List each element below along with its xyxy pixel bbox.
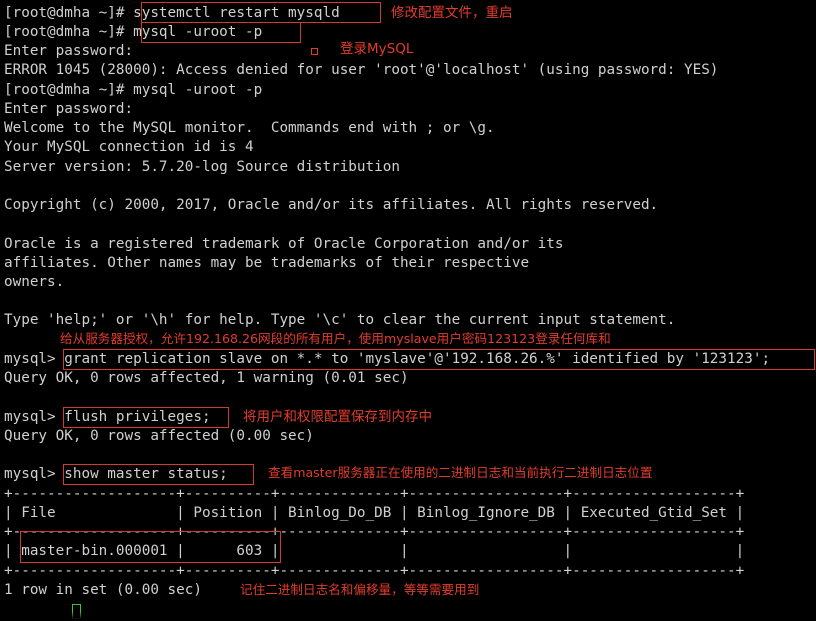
annotation-grant-desc: 给从服务器授权，允许192.168.26网段的所有用户，使用myslave用户密… — [60, 331, 611, 346]
bottom-fade-overlay — [0, 612, 816, 621]
terminal-line: mysql> show master status; — [4, 466, 228, 482]
terminal-line: +-------------------+----------+--------… — [4, 524, 745, 540]
terminal-line: Query OK, 0 rows affected (0.00 sec) — [4, 428, 314, 444]
annotation-master-status-desc: 查看master服务器正在使用的二进制日志和当前执行二进制日志位置 — [268, 465, 653, 480]
terminal-line: ERROR 1045 (28000): Access denied for us… — [4, 62, 719, 78]
terminal-line: | File | Position | Binlog_Do_DB | Binlo… — [4, 505, 745, 521]
terminal-line: Welcome to the MySQL monitor. Commands e… — [4, 120, 495, 136]
terminal-line: affiliates. Other names may be trademark… — [4, 255, 530, 271]
terminal-cursor — [72, 604, 81, 619]
terminal-line: Server version: 5.7.20-log Source distri… — [4, 159, 400, 175]
annotation-modify-config: 修改配置文件，重启 — [391, 5, 513, 21]
terminal-line: [root@dmha ~]# systemctl restart mysqld — [4, 5, 340, 21]
annotation-remember-binlog: 记住二进制日志名和偏移量，等等需要用到 — [240, 582, 480, 597]
terminal-line: Enter password: — [4, 43, 134, 59]
terminal-line: mysql> grant replication slave on *.* to… — [4, 351, 771, 367]
terminal-line: | master-bin.000001 | 603 | | | | — [4, 543, 745, 559]
terminal-line: owners. — [4, 274, 65, 290]
square-marker-icon — [311, 48, 318, 55]
terminal-line: Enter password: — [4, 101, 134, 117]
terminal-line: Type 'help;' or '\h' for help. Type '\c'… — [4, 312, 676, 328]
terminal-line: mysql> flush privileges; — [4, 409, 211, 425]
terminal-line: +-------------------+----------+--------… — [4, 563, 745, 579]
annotation-flush-desc: 将用户和权限配置保存到内存中 — [243, 409, 432, 425]
terminal-line: 1 row in set (0.00 sec) — [4, 582, 202, 598]
terminal-line: [root@dmha ~]# mysql -uroot -p — [4, 82, 263, 98]
terminal-line: Query OK, 0 rows affected, 1 warning (0.… — [4, 370, 409, 386]
annotation-login-mysql: 登录MySQL — [340, 41, 414, 57]
terminal-window[interactable]: [root@dmha ~]# systemctl restart mysqld … — [0, 0, 816, 621]
terminal-line: Copyright (c) 2000, 2017, Oracle and/or … — [4, 197, 659, 213]
terminal-line: Oracle is a registered trademark of Orac… — [4, 236, 564, 252]
terminal-line: +-------------------+----------+--------… — [4, 486, 745, 502]
terminal-line: Your MySQL connection id is 4 — [4, 139, 254, 155]
terminal-line: [root@dmha ~]# mysql -uroot -p — [4, 24, 263, 40]
